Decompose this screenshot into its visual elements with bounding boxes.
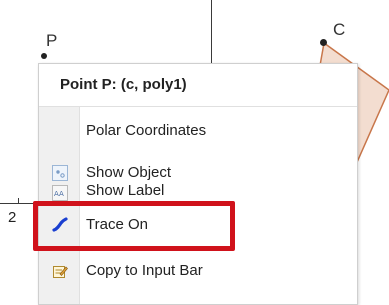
show-label-icon: AA: [52, 185, 68, 201]
point-p[interactable]: [41, 53, 47, 59]
menu-item-label: Polar Coordinates: [86, 122, 207, 139]
context-menu: Point P: (c, poly1) Polar Coordinates Sh…: [38, 63, 358, 305]
x-axis-tick-label: 2: [8, 209, 17, 226]
menu-item-copy-to-input-bar[interactable]: Copy to Input Bar: [39, 257, 357, 285]
menu-divider: [39, 106, 357, 107]
svg-text:AA: AA: [54, 190, 64, 198]
context-menu-title: Point P: (c, poly1): [60, 76, 187, 93]
highlight-box: [33, 201, 235, 251]
point-c[interactable]: [320, 39, 327, 46]
pencil-note-icon: [53, 266, 68, 278]
menu-item-label: Show Label: [86, 182, 165, 199]
point-p-label: P: [46, 31, 58, 50]
point-c-label: C: [333, 20, 346, 39]
menu-item-label: Copy to Input Bar: [86, 262, 203, 279]
x-axis-tick: [18, 198, 19, 204]
menu-item-polar-coordinates[interactable]: Polar Coordinates: [39, 117, 357, 145]
